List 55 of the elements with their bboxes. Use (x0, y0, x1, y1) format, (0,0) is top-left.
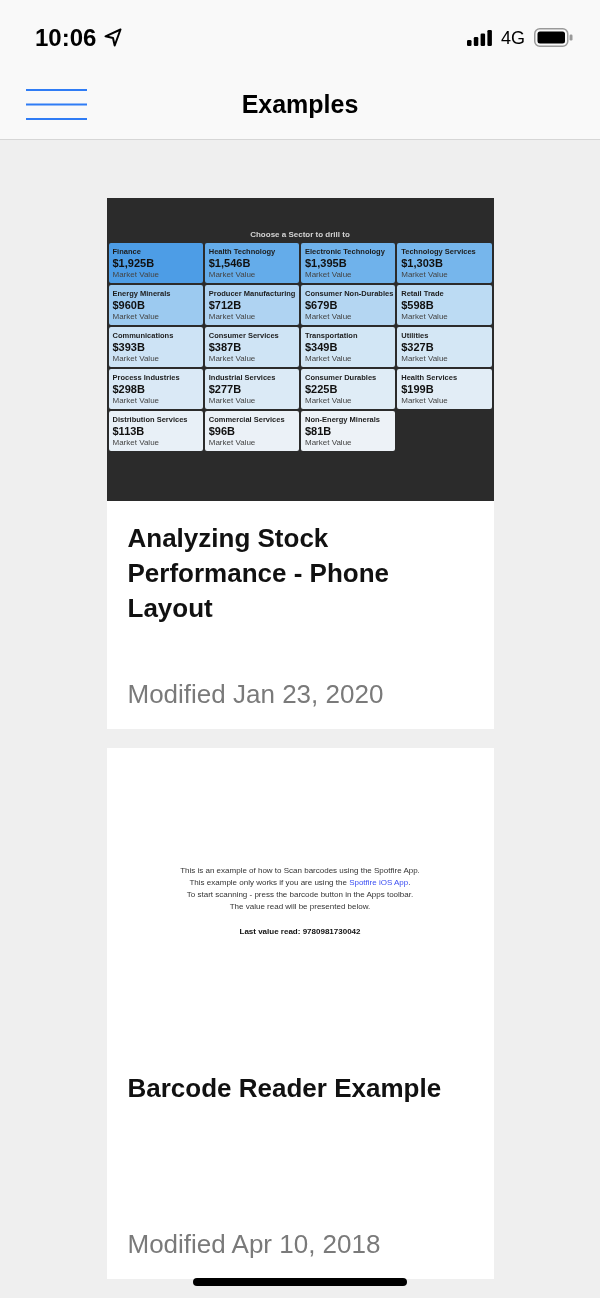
value-caption: Market Value (112, 312, 160, 321)
sector-value: $298B (112, 383, 145, 396)
card-title: Barcode Reader Example (127, 1072, 443, 1105)
sector-value: $349B (305, 341, 338, 354)
value-caption: Market Value (305, 270, 352, 279)
sector-value: $113B (112, 425, 145, 438)
sector-value: $327B (401, 341, 434, 354)
value-caption: Market Value (401, 396, 448, 405)
value-caption: Market Value (305, 312, 352, 321)
value-caption: Market Value (401, 312, 448, 321)
sector-value: $225B (305, 383, 338, 396)
value-caption: Market Value (208, 438, 256, 447)
preview-heading: Choose a Sector to drill to (250, 230, 350, 240)
sector-value: $598B (401, 299, 434, 312)
value-caption: Market Value (112, 396, 160, 405)
sector-value: $1,925B (112, 257, 155, 270)
info-text: The value read will be presented below. (229, 900, 371, 913)
sector-value: $960B (112, 299, 145, 312)
value-caption: Market Value (208, 270, 256, 279)
sector-value: $1,395B (305, 257, 347, 270)
value-caption: Market Value (112, 354, 160, 363)
value-caption: Market Value (112, 438, 160, 447)
sector-value: $679B (305, 299, 338, 312)
value-caption: Market Value (208, 312, 256, 321)
sector-value: $1,303B (401, 257, 443, 270)
sector-value: $81B (305, 425, 332, 438)
sector-value: $96B (208, 425, 236, 438)
value-caption: Market Value (401, 354, 448, 363)
card-title: Analyzing Stock Performance - Phone Layout (127, 522, 390, 625)
modified-date: Modified Apr 10, 2018 (127, 1229, 382, 1259)
example-card[interactable] (106, 198, 494, 729)
battery-icon (534, 28, 573, 48)
network-type: 4G (501, 27, 525, 48)
value-caption: Market Value (305, 438, 352, 447)
sector-value: $393B (112, 341, 145, 354)
value-caption: Market Value (208, 354, 256, 363)
sector-value: $199B (401, 383, 434, 396)
sector-value: $1,546B (208, 257, 251, 270)
status-time: 10:06 (35, 23, 97, 52)
value-caption: Market Value (208, 396, 256, 405)
value-caption: Market Value (305, 354, 352, 363)
sector-value: $277B (208, 383, 242, 396)
value-caption: Market Value (401, 270, 448, 279)
modified-date: Modified Jan 23, 2020 (127, 679, 385, 709)
sector-value: $712B (208, 299, 242, 312)
signal-bars-icon (467, 29, 492, 46)
page-title: Examples (241, 89, 359, 120)
info-text: This example only works if you are using the Spotfire iOS App. (189, 876, 411, 889)
value-caption: Market Value (112, 270, 160, 279)
last-value-text: Last value read: 9780981730042 (239, 926, 361, 937)
info-text: This is an example of how to Scan barcodes using the Spotfire App. (180, 864, 420, 877)
sector-value: $387B (208, 341, 242, 354)
value-caption: Market Value (305, 396, 352, 405)
info-text: To start scanning - press the barcode button in the Apps toolbar. (186, 888, 414, 901)
location-arrow-icon (104, 28, 123, 48)
